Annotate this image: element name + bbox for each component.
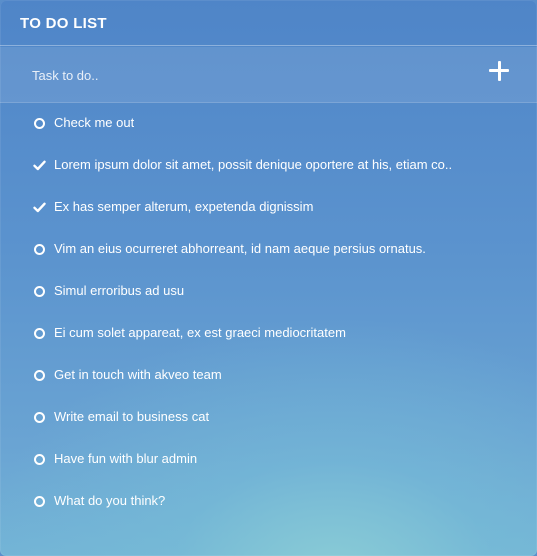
todo-item[interactable]: Simul erroribus ad usu <box>0 270 537 312</box>
todo-item[interactable]: Lorem ipsum dolor sit amet, possit deniq… <box>0 144 537 186</box>
circle-icon[interactable] <box>34 244 45 255</box>
checkmark-icon[interactable] <box>33 202 46 213</box>
task-input[interactable] <box>20 61 460 89</box>
todo-item[interactable]: Have fun with blur admin <box>0 438 537 480</box>
todo-item[interactable]: Ei cum solet appareat, ex est graeci med… <box>0 312 537 354</box>
todo-item[interactable]: Vim an eius ocurreret abhorreant, id nam… <box>0 228 537 270</box>
todo-item[interactable]: Check me out <box>0 102 537 144</box>
circle-icon[interactable] <box>34 496 45 507</box>
circle-icon[interactable] <box>34 412 45 423</box>
circle-icon[interactable] <box>34 118 45 129</box>
panel-header: TO DO LIST <box>0 0 537 46</box>
todo-text: Vim an eius ocurreret abhorreant, id nam… <box>54 241 426 256</box>
todo-text: Write email to business cat <box>54 409 210 424</box>
panel-title: TO DO LIST <box>20 15 107 32</box>
todo-item[interactable]: Ex has semper alterum, expetenda digniss… <box>0 186 537 228</box>
circle-icon[interactable] <box>34 370 45 381</box>
todo-text: Lorem ipsum dolor sit amet, possit deniq… <box>54 157 453 172</box>
todo-text: Simul erroribus ad usu <box>54 283 185 298</box>
circle-icon[interactable] <box>34 454 45 465</box>
todo-item[interactable]: Write email to business cat <box>0 396 537 438</box>
todo-text: Ei cum solet appareat, ex est graeci med… <box>54 325 346 340</box>
task-input-row <box>0 47 537 103</box>
todo-text: Get in touch with akveo team <box>54 367 222 382</box>
add-task-button[interactable] <box>486 58 512 84</box>
todo-item[interactable]: Get in touch with akveo team <box>0 354 537 396</box>
todo-panel: TO DO LIST Check me out Lorem ipsum dolor… <box>0 0 537 556</box>
todo-text: What do you think? <box>54 493 166 508</box>
todo-text: Have fun with blur admin <box>54 451 198 466</box>
todo-item[interactable]: What do you think? <box>0 480 537 522</box>
circle-icon[interactable] <box>34 328 45 339</box>
todo-text: Ex has semper alterum, expetenda digniss… <box>54 199 314 214</box>
checkmark-icon[interactable] <box>33 160 46 171</box>
todo-text: Check me out <box>54 115 135 130</box>
circle-icon[interactable] <box>34 286 45 297</box>
todo-list: Check me out Lorem ipsum dolor sit amet, … <box>0 102 537 522</box>
